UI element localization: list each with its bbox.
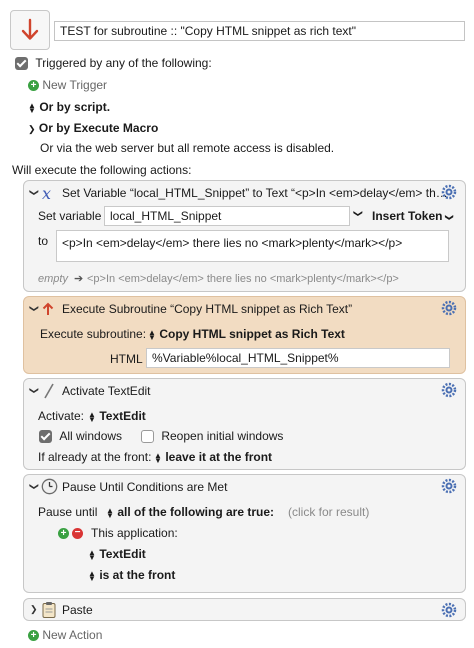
variable-value-field[interactable]: <p>In <em>delay</em> there lies no <mark… bbox=[56, 230, 449, 262]
html-param-field[interactable]: %Variable%local_HTML_Snippet% bbox=[146, 348, 450, 368]
pause-state-popup[interactable]: ▲ ▼ is at the front bbox=[88, 568, 175, 582]
pause-title: Pause Until Conditions are Met bbox=[62, 480, 228, 494]
click-for-result-hint[interactable]: (click for result) bbox=[288, 505, 369, 519]
up-down-icon: ▲ ▼ bbox=[28, 100, 36, 115]
execute-subroutine-label: Execute subroutine: bbox=[40, 327, 147, 341]
svg-text:x: x bbox=[42, 184, 51, 202]
reopen-row[interactable]: Reopen initial windows bbox=[141, 429, 284, 444]
set-variable-label: Set variable bbox=[38, 209, 102, 223]
insert-token-button[interactable]: Insert Token ❯ bbox=[372, 209, 454, 223]
activate-app-name: TextEdit bbox=[99, 409, 146, 423]
chevron-right-icon[interactable]: ❯ bbox=[30, 604, 38, 615]
clock-icon bbox=[41, 478, 58, 495]
actions-label: Will execute the following actions: bbox=[12, 163, 192, 177]
reopen-checkbox[interactable] bbox=[141, 430, 154, 444]
up-down-icon: ▲ ▼ bbox=[88, 547, 96, 562]
all-windows-row[interactable]: All windows bbox=[39, 429, 123, 444]
triggered-checkbox[interactable] bbox=[15, 57, 28, 71]
insert-token-label: Insert Token bbox=[372, 209, 443, 223]
up-arrow-icon bbox=[42, 302, 54, 315]
execute-subroutine-action[interactable]: ❯ Execute Subroutine “Copy HTML snippet … bbox=[23, 296, 466, 374]
chevron-down-icon[interactable]: ❯ bbox=[28, 305, 39, 313]
activate-textedit-action[interactable]: ❯ Activate TextEdit Activate: ▲ ▼ TextEdi… bbox=[23, 378, 466, 470]
web-server-text: Or via the web server but all remote acc… bbox=[40, 141, 335, 155]
by-script-row[interactable]: ▲ ▼ Or by script. bbox=[28, 100, 110, 114]
pause-until-action[interactable]: ❯ Pause Until Conditions are Met Pause u… bbox=[23, 474, 466, 593]
gear-icon[interactable] bbox=[441, 300, 457, 316]
set-variable-action[interactable]: ❯ x Set Variable “local_HTML_Snippet” to… bbox=[23, 180, 466, 292]
paste-action[interactable]: ❯ Paste bbox=[23, 598, 466, 621]
execute-subroutine-title: Execute Subroutine “Copy HTML snippet as… bbox=[62, 302, 353, 316]
chevron-down-icon[interactable]: ❯ bbox=[28, 483, 39, 491]
to-label: to bbox=[38, 234, 49, 248]
chevron-down-icon[interactable]: ❯ bbox=[28, 189, 39, 197]
clipboard-icon bbox=[42, 602, 56, 618]
set-variable-title: Set Variable “local_HTML_Snippet” to Tex… bbox=[62, 186, 448, 200]
activate-label: Activate: bbox=[38, 409, 85, 423]
up-down-icon: ▲ ▼ bbox=[106, 505, 114, 520]
pause-condition-popup[interactable]: ▲ ▼ all of the following are true: bbox=[106, 505, 274, 519]
chevron-down-icon: ❯ bbox=[28, 124, 36, 134]
chevron-down-icon[interactable]: ❯ bbox=[28, 387, 39, 395]
variable-name-field[interactable]: local_HTML_Snippet bbox=[104, 206, 350, 226]
gear-icon[interactable] bbox=[441, 478, 457, 494]
chevron-down-icon[interactable]: ❯ bbox=[352, 210, 363, 218]
down-arrow-icon bbox=[21, 18, 39, 40]
add-condition-icon[interactable]: + bbox=[58, 528, 69, 539]
variable-x-icon: x bbox=[42, 184, 51, 202]
pause-app-name: TextEdit bbox=[99, 547, 146, 561]
gear-icon[interactable] bbox=[441, 382, 457, 398]
subroutine-name: Copy HTML snippet as Rich Text bbox=[159, 327, 345, 341]
plus-icon: + bbox=[28, 80, 39, 92]
empty-label: empty bbox=[38, 273, 68, 285]
this-application-label: This application: bbox=[91, 526, 178, 540]
macro-icon[interactable] bbox=[10, 10, 50, 50]
activate-app-popup[interactable]: ▲ ▼ TextEdit bbox=[88, 409, 146, 423]
remove-condition-icon[interactable]: − bbox=[72, 528, 83, 539]
macro-title-field[interactable]: TEST for subroutine :: "Copy HTML snippe… bbox=[54, 21, 465, 41]
by-execute-macro-label: Or by Execute Macro bbox=[38, 121, 159, 135]
gear-icon[interactable] bbox=[441, 184, 457, 200]
up-down-icon: ▲ ▼ bbox=[88, 568, 96, 583]
new-action-label: New Action bbox=[42, 628, 103, 642]
right-arrow-icon: ➔ bbox=[74, 273, 84, 285]
by-execute-macro-row[interactable]: ❯ Or by Execute Macro bbox=[28, 121, 158, 135]
up-down-icon: ▲ ▼ bbox=[88, 409, 96, 424]
plus-icon: + bbox=[28, 630, 39, 642]
pause-condition: all of the following are true: bbox=[117, 505, 275, 519]
new-action-button[interactable]: + New Action bbox=[28, 628, 102, 642]
triggered-label: Triggered by any of the following: bbox=[35, 56, 212, 70]
reopen-label: Reopen initial windows bbox=[161, 429, 284, 443]
pause-state: is at the front bbox=[99, 568, 176, 582]
html-param-label: HTML bbox=[110, 352, 143, 366]
all-windows-checkbox[interactable] bbox=[39, 430, 52, 444]
pause-label: Pause until bbox=[38, 505, 98, 519]
by-script-label: Or by script. bbox=[39, 100, 111, 114]
gear-icon[interactable] bbox=[441, 602, 457, 618]
pause-app-popup[interactable]: ▲ ▼ TextEdit bbox=[88, 547, 146, 561]
value-preview: <p>In <em>delay</em> there lies no <mark… bbox=[87, 273, 399, 285]
up-down-icon: ▲ ▼ bbox=[154, 450, 162, 465]
chevron-down-icon: ❯ bbox=[444, 214, 454, 221]
all-windows-label: All windows bbox=[59, 429, 123, 443]
pen-icon bbox=[44, 383, 54, 399]
new-trigger-label: New Trigger bbox=[42, 78, 108, 92]
new-trigger-button[interactable]: + New Trigger bbox=[28, 78, 107, 92]
paste-title: Paste bbox=[62, 603, 93, 617]
front-label: If already at the front: bbox=[38, 450, 152, 464]
triggered-row: Triggered by any of the following: bbox=[15, 56, 212, 71]
front-popup[interactable]: ▲ ▼ leave it at the front bbox=[154, 450, 272, 464]
up-down-icon: ▲ ▼ bbox=[148, 327, 156, 342]
subroutine-popup[interactable]: ▲ ▼ Copy HTML snippet as Rich Text bbox=[148, 327, 345, 341]
front-value: leave it at the front bbox=[165, 450, 273, 464]
activate-title: Activate TextEdit bbox=[62, 384, 151, 398]
